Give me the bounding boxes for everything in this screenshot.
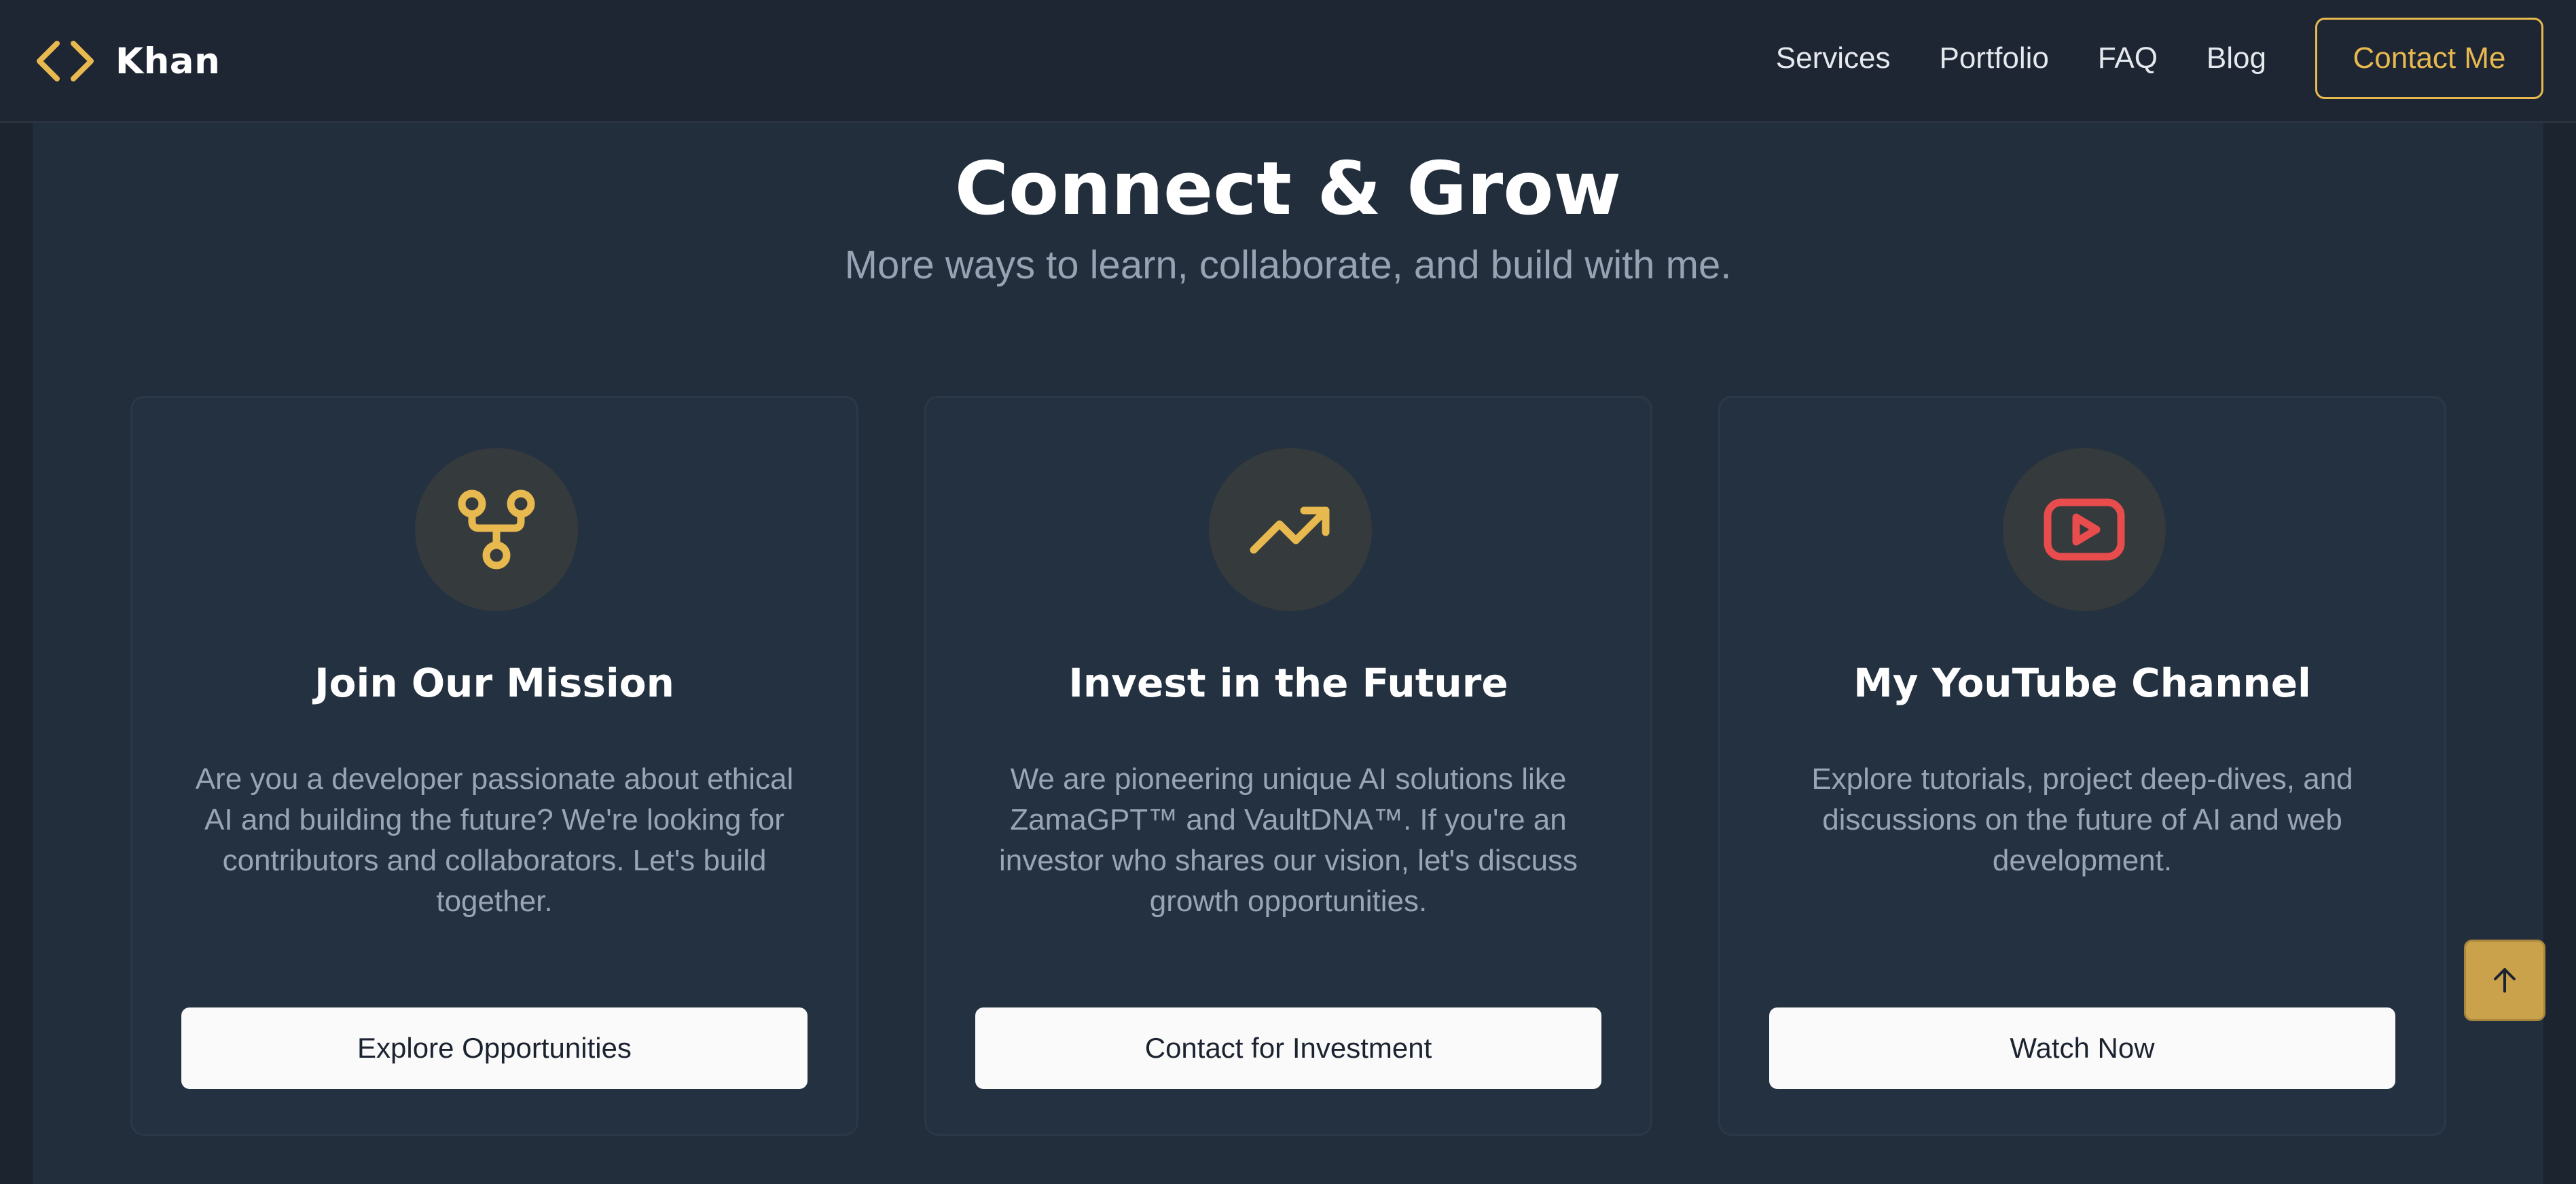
connect-grow-section: Connect & Grow More ways to learn, colla… (33, 123, 2543, 1184)
git-fork-icon (454, 487, 539, 572)
card-description: Explore tutorials, project deep-dives, a… (1811, 762, 2353, 877)
nav-faq[interactable]: FAQ (2098, 41, 2158, 75)
card-description: We are pioneering unique AI solutions li… (998, 762, 1578, 918)
youtube-icon (2042, 487, 2126, 572)
explore-opportunities-button[interactable]: Explore Opportunities (181, 1007, 808, 1089)
contact-me-button[interactable]: Contact Me (2315, 18, 2543, 99)
scroll-to-top-button[interactable] (2464, 940, 2545, 1021)
nav-portfolio[interactable]: Portfolio (1939, 41, 2048, 75)
card-title: My YouTube Channel (1853, 660, 2311, 706)
trending-up-icon (1248, 487, 1332, 572)
brand-name: Khan (115, 40, 221, 82)
section-title: Connect & Grow (954, 147, 1622, 232)
card-icon-circle (1209, 448, 1372, 611)
card-youtube-channel: My YouTube Channel Explore tutorials, pr… (1718, 396, 2446, 1136)
contact-for-investment-button[interactable]: Contact for Investment (975, 1007, 1601, 1089)
site-header: Khan Services Portfolio FAQ Blog Contact… (0, 0, 2576, 123)
watch-now-button[interactable]: Watch Now (1769, 1007, 2395, 1089)
card-icon-circle (415, 448, 578, 611)
arrow-up-icon (2490, 965, 2520, 995)
card-description: Are you a developer passionate about eth… (195, 762, 794, 918)
brand-link[interactable]: Khan (33, 33, 220, 90)
card-title: Join Our Mission (314, 660, 674, 706)
card-icon-circle (2003, 448, 2166, 611)
section-subtitle: More ways to learn, collaborate, and bui… (844, 243, 1732, 287)
nav-services[interactable]: Services (1776, 41, 1891, 75)
card-join-mission: Join Our Mission Are you a developer pas… (130, 396, 858, 1136)
card-title: Invest in the Future (1068, 660, 1508, 706)
card-invest-future: Invest in the Future We are pioneering u… (924, 396, 1652, 1136)
code-brackets-icon (33, 37, 98, 86)
main-nav: Services Portfolio FAQ Blog Contact Me (1776, 18, 2543, 99)
nav-blog[interactable]: Blog (2207, 41, 2266, 75)
